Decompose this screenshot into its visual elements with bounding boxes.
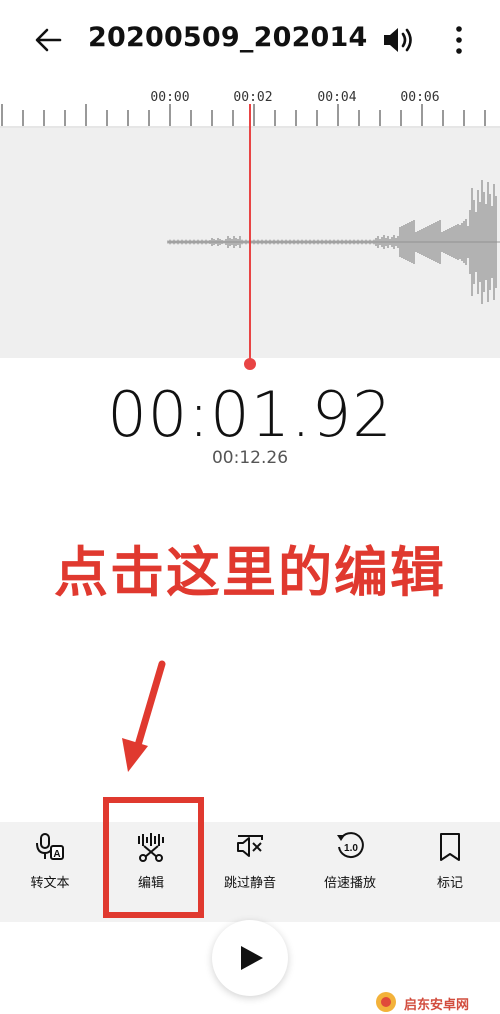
watermark-text: 启东安卓网 — [404, 998, 470, 1013]
speech-to-text-button[interactable]: A 转文本 — [5, 832, 95, 902]
speech-to-text-icon: A — [36, 833, 64, 860]
playhead-line[interactable] — [249, 104, 251, 364]
playback-speed-button[interactable]: 1.0 倍速播放 — [305, 832, 395, 902]
back-button[interactable] — [30, 22, 66, 58]
recording-title: 20200509_202014 — [88, 22, 368, 53]
arrow-left-icon — [35, 28, 62, 52]
speaker-icon — [384, 28, 412, 52]
current-time: 00:01.92 — [107, 378, 393, 451]
total-duration: 00:12.26 — [211, 448, 289, 468]
playback-speed-value: 1.0 — [344, 843, 358, 854]
bookmark-button[interactable]: 标记 — [405, 832, 495, 902]
playback-speed-label: 倍速播放 — [323, 876, 376, 891]
play-button[interactable] — [212, 920, 288, 996]
annotation-text: 点击这里的编辑 — [54, 541, 446, 604]
skip-silence-button[interactable]: 跳过静音 — [205, 832, 295, 902]
header-bar: 20200509_202014 — [0, 0, 500, 80]
speech-to-text-label: 转文本 — [30, 876, 70, 891]
playhead-handle[interactable] — [244, 358, 256, 370]
bookmark-label: 标记 — [436, 876, 463, 891]
svg-text:A: A — [53, 849, 60, 860]
more-options-button[interactable] — [446, 22, 472, 58]
skip-silence-label: 跳过静音 — [223, 876, 276, 891]
annotation-arrow-icon — [122, 660, 166, 772]
more-vertical-icon — [456, 26, 462, 54]
annotation-highlight-box — [103, 797, 204, 918]
skip-silence-icon — [237, 835, 263, 857]
bookmark-icon — [440, 833, 460, 861]
speaker-button[interactable] — [380, 22, 418, 58]
play-icon — [241, 946, 263, 970]
playback-speed-icon: 1.0 — [337, 832, 364, 859]
